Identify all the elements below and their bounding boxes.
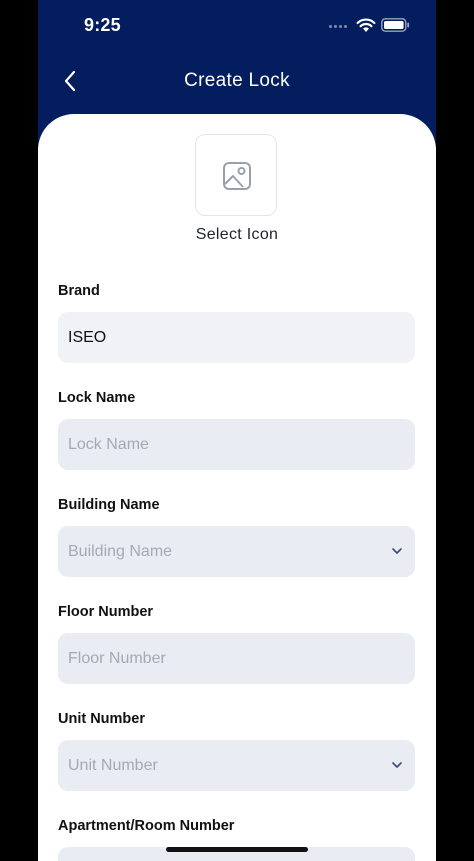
status-bar: 9:25 (38, 0, 436, 50)
select-icon-button[interactable] (195, 134, 277, 216)
status-time: 9:25 (84, 15, 121, 35)
unit-number-select[interactable]: Unit Number (58, 740, 415, 791)
floor-number-label: Floor Number (58, 604, 154, 620)
lock-name-input[interactable]: Lock Name (58, 419, 415, 470)
image-icon (223, 162, 251, 190)
apartment-room-number-label: Apartment/Room Number (58, 818, 235, 834)
phone-screen: 9:25 Create Lock Select Icon Brand ISEO … (38, 0, 436, 861)
building-name-select[interactable]: Building Name (58, 526, 415, 577)
unit-number-label: Unit Number (58, 711, 145, 727)
lock-name-label: Lock Name (58, 390, 136, 406)
brand-label: Brand (58, 283, 100, 299)
nav-bar: Create Lock (38, 55, 436, 107)
form-sheet: Select Icon Brand ISEO Lock Name Lock Na… (38, 114, 436, 861)
wifi-icon (356, 18, 376, 32)
battery-icon (381, 18, 410, 32)
page-title: Create Lock (184, 70, 290, 91)
building-name-placeholder: Building Name (68, 542, 173, 560)
chevron-down-icon (392, 548, 402, 554)
home-indicator (166, 847, 308, 852)
chevron-down-icon (392, 762, 402, 768)
unit-number-placeholder: Unit Number (68, 756, 158, 774)
brand-field[interactable]: ISEO (58, 312, 415, 363)
cellular-signal-icon (329, 25, 347, 28)
floor-number-input[interactable]: Floor Number (58, 633, 415, 684)
select-icon-label: Select Icon (195, 226, 279, 243)
building-name-label: Building Name (58, 497, 160, 513)
